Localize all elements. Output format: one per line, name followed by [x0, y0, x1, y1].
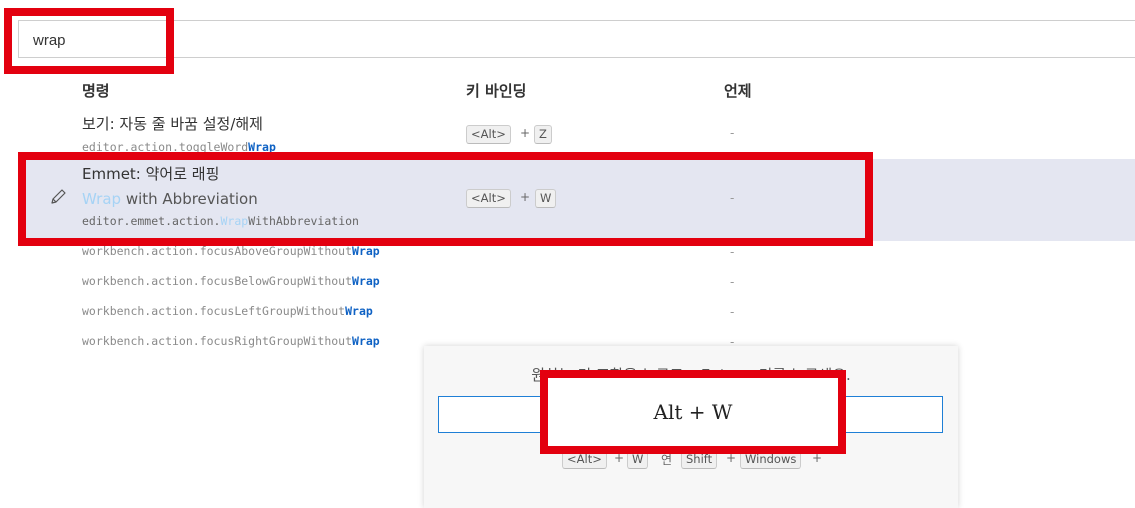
pencil-icon[interactable]	[49, 188, 67, 206]
keycap: <Alt>	[466, 189, 511, 208]
command-id: workbench.action.focusRightGroupWithoutW…	[82, 334, 380, 348]
plus-sign: +	[812, 451, 823, 465]
plus-sign: +	[520, 190, 531, 204]
match-highlight: Wrap	[352, 274, 380, 288]
command-subtitle: Wrap with Abbreviation	[82, 190, 258, 208]
when-value: -	[730, 126, 735, 140]
command-id: workbench.action.focusAboveGroupWithoutW…	[82, 244, 380, 258]
command-title: 보기: 자동 줄 바꿈 설정/해제	[82, 115, 263, 133]
match-highlight: Wrap	[220, 214, 249, 228]
keycap: Z	[534, 125, 552, 144]
when-value: -	[730, 275, 735, 289]
command-id: workbench.action.focusLeftGroupWithoutWr…	[82, 304, 373, 318]
keybinding-search-box[interactable]	[18, 20, 1135, 58]
when-value: -	[730, 191, 735, 205]
match-highlight: Wrap	[345, 304, 373, 318]
plus-sign: +	[520, 126, 531, 140]
keycap: Windows	[740, 450, 802, 469]
keycap: W	[535, 189, 557, 208]
match-highlight: Wrap	[248, 140, 276, 154]
command-id: editor.emmet.action.WrapWithAbbreviation	[82, 214, 359, 228]
when-value: -	[730, 245, 735, 259]
keycap: Shift	[681, 450, 718, 469]
keycap: <Alt>	[466, 125, 511, 144]
keycap: W	[627, 450, 649, 469]
match-highlight: Wrap	[352, 244, 380, 258]
command-id: editor.action.toggleWordWrap	[82, 140, 276, 154]
command-id: workbench.action.focusBelowGroupWithoutW…	[82, 274, 380, 288]
command-title: Emmet: 약어로 래핑	[82, 165, 220, 183]
column-header-when[interactable]: 언제	[724, 80, 752, 101]
pressed-key-display: Alt + W	[548, 378, 838, 446]
chord-connector: 연	[661, 453, 673, 467]
plus-sign: +	[614, 451, 625, 465]
plus-sign: +	[726, 451, 737, 465]
match-highlight: Wrap	[352, 334, 380, 348]
column-header-keybinding[interactable]: 키 바인딩	[466, 80, 526, 101]
match-highlight: Wrap	[82, 190, 122, 208]
keycap: <Alt>	[562, 450, 607, 469]
column-header-command[interactable]: 명령	[82, 80, 110, 101]
search-input[interactable]	[33, 30, 633, 50]
when-value: -	[730, 305, 735, 319]
